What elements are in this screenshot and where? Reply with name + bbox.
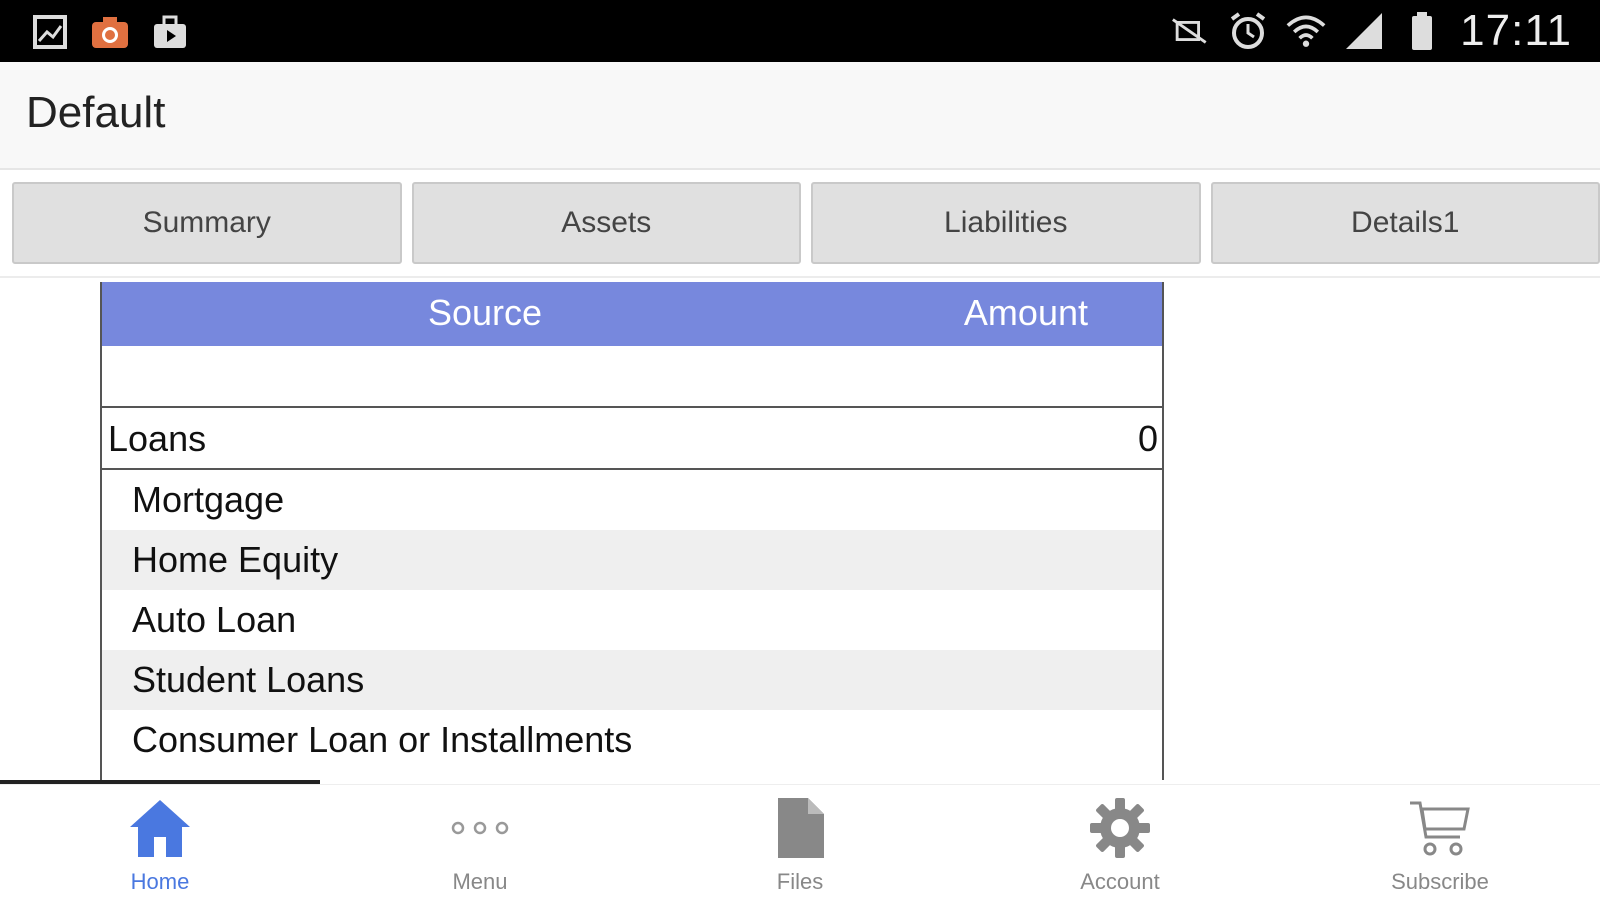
bottom-nav: Home Menu Files [0,784,1600,901]
list-item[interactable]: Consumer Loan or Installments [102,710,1162,770]
list-item[interactable]: Student Loans [102,650,1162,710]
mute-icon [1170,11,1210,51]
nav-item-home[interactable]: Home [0,785,320,901]
tab-bar: Summary Assets Liabilities Details1 [12,182,1600,266]
file-icon [764,793,836,863]
list-item[interactable]: Home Equity [102,530,1162,590]
signal-icon [1344,11,1384,51]
camera-icon [90,12,130,52]
wifi-icon [1286,11,1326,51]
column-header-source: Source [428,292,542,334]
status-left-icons [30,12,190,52]
list-item[interactable]: Mortgage [102,470,1162,530]
group-label: Loans [108,418,206,460]
nav-label: Subscribe [1391,869,1489,895]
page-title: Default [26,88,165,138]
tab-details1[interactable]: Details1 [1211,182,1600,264]
dots-icon [444,793,516,863]
tab-assets[interactable]: Assets [412,182,802,264]
nav-label: Files [777,869,823,895]
cart-icon [1404,793,1476,863]
list-item[interactable]: Auto Loan [102,590,1162,650]
nav-item-subscribe[interactable]: Subscribe [1280,785,1600,901]
gallery-icon [30,12,70,52]
nav-item-menu[interactable]: Menu [320,785,640,901]
table-header: Source Amount [102,282,1162,346]
group-amount: 0 [1138,418,1158,460]
gear-icon [1084,793,1156,863]
nav-label: Menu [452,869,507,895]
status-time: 17:11 [1460,6,1572,56]
status-bar: 17:11 [0,0,1600,62]
nav-label: Account [1080,869,1160,895]
group-row-loans[interactable]: Loans 0 [102,408,1162,470]
liabilities-table: Source Amount Loans 0 Mortgage Home Equi… [100,282,1164,780]
battery-icon [1402,11,1442,51]
app-bar: Default [0,62,1600,170]
nav-label: Home [131,869,190,895]
table-spacer-row [102,346,1162,408]
nav-item-account[interactable]: Account [960,785,1280,901]
status-right-icons: 17:11 [1170,6,1572,56]
briefcase-icon [150,12,190,52]
tab-liabilities[interactable]: Liabilities [811,182,1201,264]
tab-summary[interactable]: Summary [12,182,402,264]
nav-item-files[interactable]: Files [640,785,960,901]
column-header-amount: Amount [964,292,1088,334]
home-icon [124,793,196,863]
alarm-icon [1228,11,1268,51]
tabs-divider [0,276,1600,278]
